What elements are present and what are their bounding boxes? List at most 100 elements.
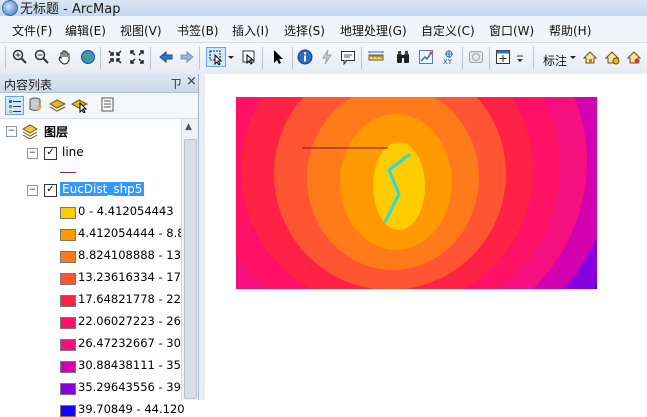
collapse-layers-toggle[interactable]: − [6, 126, 17, 137]
back-arrow-icon[interactable] [157, 48, 175, 66]
class-label: 35.29643556 - 39. [78, 380, 185, 394]
list-by-visibility-icon[interactable] [48, 96, 67, 113]
time-slider-icon[interactable] [467, 48, 485, 66]
class-swatch[interactable] [60, 273, 76, 285]
clear-selection-icon[interactable] [240, 48, 258, 66]
class-label: 17.64821778 - 22. [78, 292, 185, 306]
class-swatch[interactable] [60, 405, 76, 417]
class-swatch[interactable] [60, 251, 76, 263]
lock-labels-icon[interactable] [603, 48, 621, 66]
list-by-source-icon[interactable] [27, 96, 44, 113]
menu-bar: 文件(F) 编辑(E) 视图(V) 书签(B) 插入(I) 选择(S) 地理处理… [0, 16, 647, 43]
measure-ruler-icon[interactable] [367, 48, 385, 66]
menu-help[interactable]: 帮助(H) [549, 22, 591, 39]
class-label: 0 - 4.412054443 [78, 204, 174, 218]
eucdist-raster[interactable] [205, 74, 647, 400]
menu-window[interactable]: 窗口(W) [489, 22, 534, 39]
toolbar-overflow-chevron-icon[interactable] [515, 48, 525, 66]
title-bar: 无标题 - ArcMap [0, 0, 647, 17]
menu-bookmarks[interactable]: 书签(B) [177, 22, 219, 39]
class-swatch[interactable] [60, 383, 76, 395]
menu-insert[interactable]: 插入(I) [232, 22, 269, 39]
menu-selection[interactable]: 选择(S) [284, 22, 325, 39]
class-swatch[interactable] [60, 207, 76, 219]
pin-icon[interactable]: ㄗ [170, 75, 182, 92]
svg-text:XY: XY [443, 58, 453, 65]
zoom-out-icon[interactable] [33, 48, 51, 66]
toolbar-separator [100, 47, 101, 69]
toc-toolbar [0, 93, 198, 119]
labeling-dropdown-chevron-icon[interactable] [569, 48, 577, 66]
zoom-in-icon[interactable] [11, 48, 29, 66]
find-binoculars-icon[interactable] [394, 48, 412, 66]
full-extent-globe-icon[interactable] [79, 48, 97, 66]
fixed-zoom-out-icon[interactable] [128, 48, 146, 66]
toc-tree: − 图层 − ✓ line − ✓ EucDist_shp5 0 - 4.412… [0, 119, 185, 417]
select-dropdown-chevron-icon[interactable] [227, 48, 235, 66]
fixed-zoom-in-icon[interactable] [106, 48, 124, 66]
view-unplaced-labels-icon[interactable] [625, 48, 643, 66]
class-label: 4.412054444 - 8.8 [78, 226, 185, 240]
eucdist-layer-visibility-checkbox[interactable]: ✓ [44, 184, 57, 197]
class-label: 39.70849 - 44.120 [78, 402, 185, 416]
list-by-selection-icon[interactable] [70, 96, 89, 114]
go-to-xy-icon[interactable]: XY [440, 48, 458, 66]
toolbar-separator [292, 47, 293, 69]
distance-band [373, 142, 425, 230]
collapse-line-layer-toggle[interactable]: − [27, 148, 38, 159]
forward-arrow-icon[interactable] [178, 48, 196, 66]
line-layer-visibility-checkbox[interactable]: ✓ [44, 147, 57, 160]
select-features-icon[interactable] [206, 47, 226, 67]
list-by-drawing-order-icon[interactable] [5, 96, 24, 115]
map-display[interactable] [205, 74, 647, 400]
class-label: 26.47232667 - 30. [78, 336, 185, 350]
class-swatch[interactable] [60, 361, 76, 373]
class-swatch[interactable] [60, 339, 76, 351]
scroll-up-arrow-icon[interactable]: ▲ [185, 122, 192, 132]
toolbar-separator [199, 47, 200, 69]
class-label: 13.23616334 - 17. [78, 270, 185, 284]
menu-edit[interactable]: 编辑(E) [65, 22, 106, 39]
identify-info-icon[interactable] [296, 48, 314, 66]
close-icon[interactable]: × [186, 74, 197, 89]
menu-customize[interactable]: 自定义(C) [421, 22, 475, 39]
scroll-thumb[interactable] [184, 139, 197, 399]
line-layer-symbol[interactable] [60, 172, 76, 173]
toolbar-separator [150, 47, 151, 69]
toolbar-grip [533, 47, 534, 69]
layers-stack-icon [21, 123, 39, 140]
eucdist-layer-name[interactable]: EucDist_shp5 [60, 182, 145, 196]
class-label: 8.824108888 - 13. [78, 248, 185, 262]
find-route-icon[interactable] [417, 48, 435, 66]
table-of-contents-panel: 内容列表 ㄗ × − 图层 − ✓ line − ✓ EucDist_shp5 … [0, 74, 199, 417]
class-label: 30.88438111 - 35. [78, 358, 185, 372]
toc-header: 内容列表 ㄗ × [0, 74, 198, 93]
class-swatch[interactable] [60, 229, 76, 241]
class-swatch[interactable] [60, 295, 76, 307]
class-label: 22.06027223 - 26. [78, 314, 185, 328]
toc-options-icon[interactable] [99, 96, 116, 113]
html-popup-icon[interactable] [339, 48, 357, 66]
data-frame-label[interactable]: 图层 [44, 123, 68, 140]
toc-title: 内容列表 [4, 78, 53, 92]
label-manager-icon[interactable] [581, 48, 599, 66]
map-canvas[interactable] [205, 74, 647, 400]
menu-file[interactable]: 文件(F) [12, 22, 52, 39]
pan-hand-icon[interactable] [56, 48, 74, 66]
toolbar-separator [462, 47, 463, 69]
select-elements-arrow-icon[interactable] [269, 48, 287, 66]
hyperlink-bolt-icon[interactable] [318, 48, 336, 66]
toolbar-separator [262, 47, 263, 69]
tools-toolbar: XY 标注 [0, 43, 647, 75]
collapse-eucdist-layer-toggle[interactable]: − [27, 185, 38, 196]
menu-geoprocessing[interactable]: 地理处理(G) [340, 22, 407, 39]
toolbar-grip [5, 47, 6, 69]
labeling-menu[interactable]: 标注 [543, 52, 567, 69]
window-title: 无标题 - ArcMap [20, 2, 121, 17]
menu-view[interactable]: 视图(V) [120, 22, 162, 39]
arcmap-app-icon[interactable] [2, 0, 18, 16]
class-swatch[interactable] [60, 317, 76, 329]
line-layer-name[interactable]: line [62, 145, 84, 159]
create-viewer-window-icon[interactable] [494, 48, 512, 66]
toc-vertical-scrollbar[interactable]: ▲ [181, 119, 198, 400]
